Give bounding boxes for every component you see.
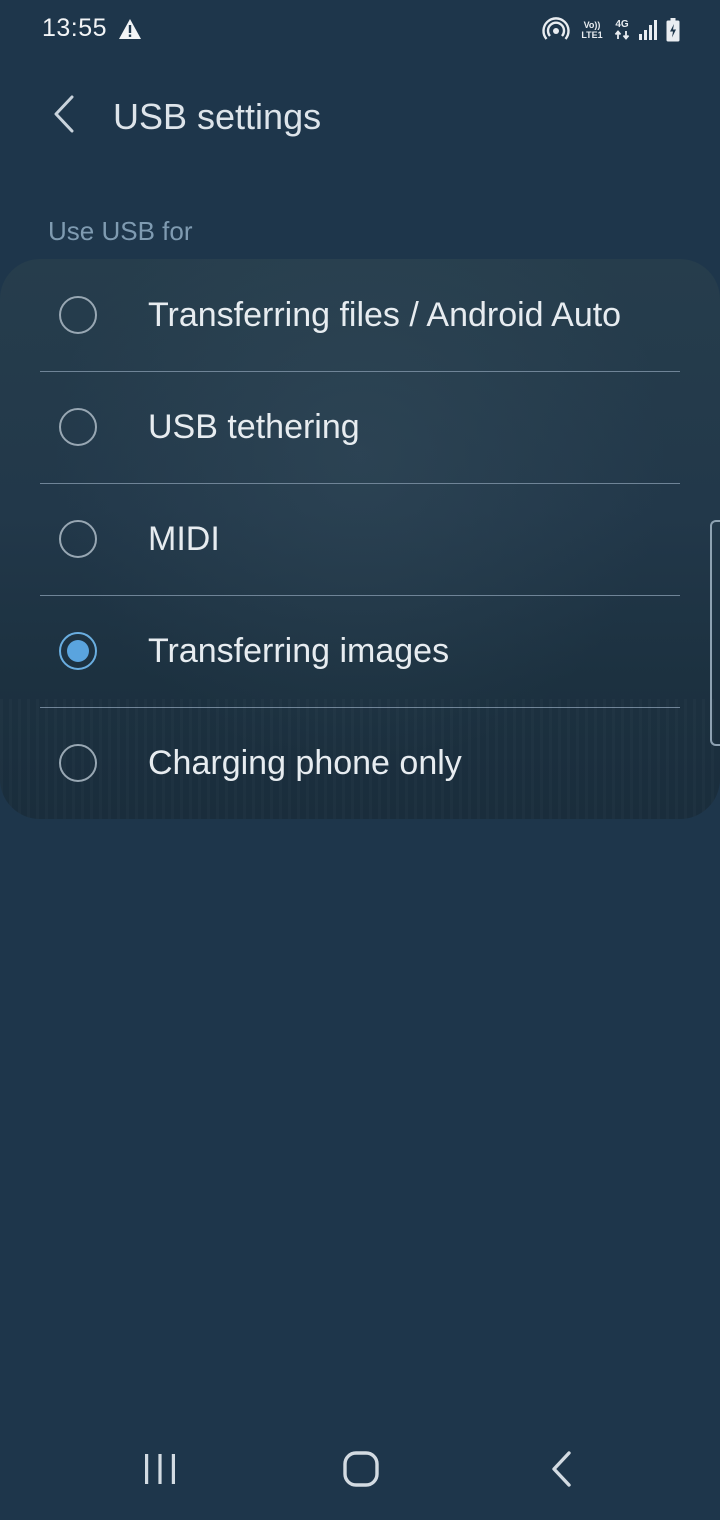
chevron-left-icon [50, 94, 78, 139]
home-icon [342, 1450, 380, 1493]
option-label: Transferring images [148, 631, 450, 670]
battery-charging-icon [666, 18, 680, 42]
radio-button-selected[interactable] [59, 632, 97, 670]
radio-button[interactable] [59, 408, 97, 446]
option-transferring-files[interactable]: Transferring files / Android Auto [0, 259, 720, 371]
usb-options-card: Transferring files / Android Auto USB te… [0, 259, 720, 819]
option-label: Charging phone only [148, 743, 462, 782]
back-icon [549, 1450, 575, 1493]
volte-icon: Vo)) LTE1 [581, 20, 603, 40]
signal-icon [638, 19, 658, 41]
home-button[interactable] [331, 1446, 391, 1496]
hotspot-icon [542, 16, 570, 44]
4g-data-icon: 4G [614, 20, 630, 40]
network-type-label: 4G [615, 19, 629, 30]
radio-button[interactable] [59, 296, 97, 334]
back-nav-button[interactable] [532, 1446, 592, 1496]
navigation-bar [0, 1420, 720, 1520]
option-midi[interactable]: MIDI [0, 483, 720, 595]
status-bar: 13:55 Vo)) LTE1 4G [0, 0, 720, 60]
status-icons: Vo)) LTE1 4G [542, 16, 680, 44]
page-title: USB settings [113, 96, 322, 137]
option-label: MIDI [148, 519, 220, 558]
option-label: USB tethering [148, 407, 360, 446]
option-transferring-images[interactable]: Transferring images [0, 595, 720, 707]
option-label: Transferring files / Android Auto [148, 295, 622, 334]
recents-button[interactable] [130, 1446, 190, 1496]
option-usb-tethering[interactable]: USB tethering [0, 371, 720, 483]
recents-icon [142, 1452, 178, 1491]
section-header: Use USB for [48, 216, 193, 246]
radio-button[interactable] [59, 744, 97, 782]
back-button[interactable] [36, 88, 92, 144]
status-time: 13:55 [42, 14, 108, 42]
radio-button[interactable] [59, 520, 97, 558]
option-charging-only[interactable]: Charging phone only [0, 707, 720, 819]
scroll-indicator[interactable] [710, 520, 720, 746]
alert-icon [118, 18, 142, 40]
